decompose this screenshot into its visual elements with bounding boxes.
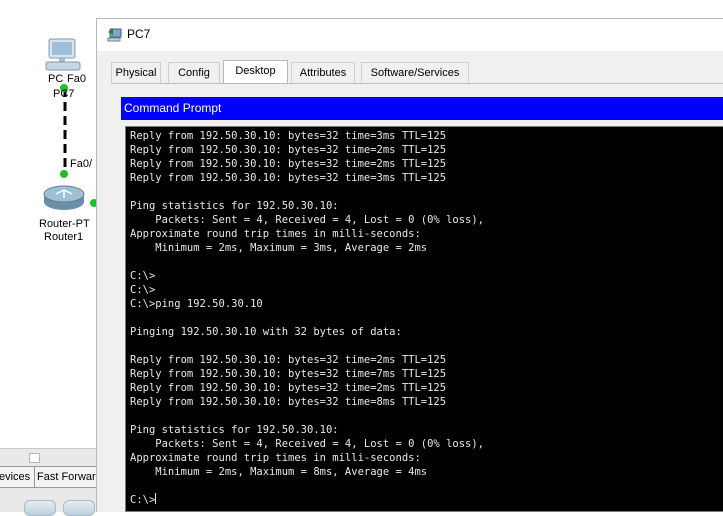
- router-port-status-dot: [60, 170, 68, 178]
- window-titlebar[interactable]: PC7: [97, 19, 723, 51]
- network-link[interactable]: [62, 88, 68, 176]
- terminal-line: Approximate round trip times in milli-se…: [130, 228, 421, 240]
- device-thumbnail[interactable]: [24, 500, 56, 516]
- terminal-line: Pinging 192.50.30.10 with 32 bytes of da…: [130, 326, 402, 338]
- panel-handle[interactable]: [29, 453, 40, 463]
- tab-config[interactable]: Config: [168, 62, 220, 83]
- terminal-line: Approximate round trip times in milli-se…: [130, 452, 421, 464]
- pc-window-icon: [107, 28, 122, 42]
- tab-desktop[interactable]: Desktop: [223, 60, 288, 83]
- fast-forward-tab[interactable]: Fast Forward: [34, 466, 100, 488]
- terminal-line: Minimum = 2ms, Maximum = 8ms, Average = …: [130, 466, 428, 478]
- tab-divider: [111, 83, 723, 84]
- pc-name-label: PC7: [53, 88, 75, 100]
- terminal-output[interactable]: Reply from 192.50.30.10: bytes=32 time=3…: [125, 126, 723, 512]
- terminal-lines: Reply from 192.50.30.10: bytes=32 time=3…: [130, 129, 484, 507]
- terminal-line: Packets: Sent = 4, Received = 4, Lost = …: [130, 214, 485, 226]
- pc-port-label: Fa0: [67, 73, 86, 85]
- terminal-line: Reply from 192.50.30.10: bytes=32 time=7…: [130, 368, 447, 380]
- pc-icon[interactable]: [44, 38, 82, 72]
- tab-software-services[interactable]: Software/Services: [361, 62, 469, 83]
- terminal-line: C:\>: [130, 284, 156, 296]
- terminal-prompt: C:\>: [130, 494, 156, 506]
- router-type-label: Router-PT: [39, 218, 90, 230]
- terminal-line: Ping statistics for 192.50.30.10:: [130, 424, 339, 436]
- tab-physical[interactable]: Physical: [111, 62, 161, 83]
- pc-type-label: PC: [48, 73, 64, 85]
- command-prompt-frame: Reply from 192.50.30.10: bytes=32 time=3…: [121, 122, 723, 512]
- window-title: PC7: [127, 27, 151, 41]
- terminal-line: Reply from 192.50.30.10: bytes=32 time=3…: [130, 172, 447, 184]
- router-port-label: Fa0/: [70, 158, 93, 170]
- text-cursor: [155, 493, 157, 504]
- router-icon[interactable]: [42, 185, 86, 211]
- terminal-line: Reply from 192.50.30.10: bytes=32 time=8…: [130, 396, 447, 408]
- pc7-window: PC7 Physical Config Desktop Attributes S…: [96, 18, 723, 512]
- command-prompt-title: Command Prompt: [124, 101, 222, 115]
- terminal-line: Packets: Sent = 4, Received = 4, Lost = …: [130, 438, 485, 450]
- tab-attributes[interactable]: Attributes: [291, 62, 355, 83]
- command-prompt-header: Command Prompt: [121, 97, 723, 120]
- terminal-line: Ping statistics for 192.50.30.10:: [130, 200, 339, 212]
- terminal-prompt-line[interactable]: C:\>: [130, 493, 484, 507]
- terminal-line: Minimum = 2ms, Maximum = 3ms, Average = …: [130, 242, 428, 254]
- terminal-line: Reply from 192.50.30.10: bytes=32 time=2…: [130, 382, 447, 394]
- terminal-line: Reply from 192.50.30.10: bytes=32 time=2…: [130, 144, 447, 156]
- terminal-line: Reply from 192.50.30.10: bytes=32 time=3…: [130, 130, 447, 142]
- terminal-line: C:\>: [130, 270, 156, 282]
- terminal-line: Reply from 192.50.30.10: bytes=32 time=2…: [130, 354, 447, 366]
- router-name-label: Router1: [44, 231, 84, 243]
- devices-tab[interactable]: evices: [0, 466, 35, 488]
- terminal-line: Reply from 192.50.30.10: bytes=32 time=2…: [130, 158, 447, 170]
- terminal-line: C:\>ping 192.50.30.10: [130, 298, 263, 310]
- device-thumbnail[interactable]: [63, 500, 95, 516]
